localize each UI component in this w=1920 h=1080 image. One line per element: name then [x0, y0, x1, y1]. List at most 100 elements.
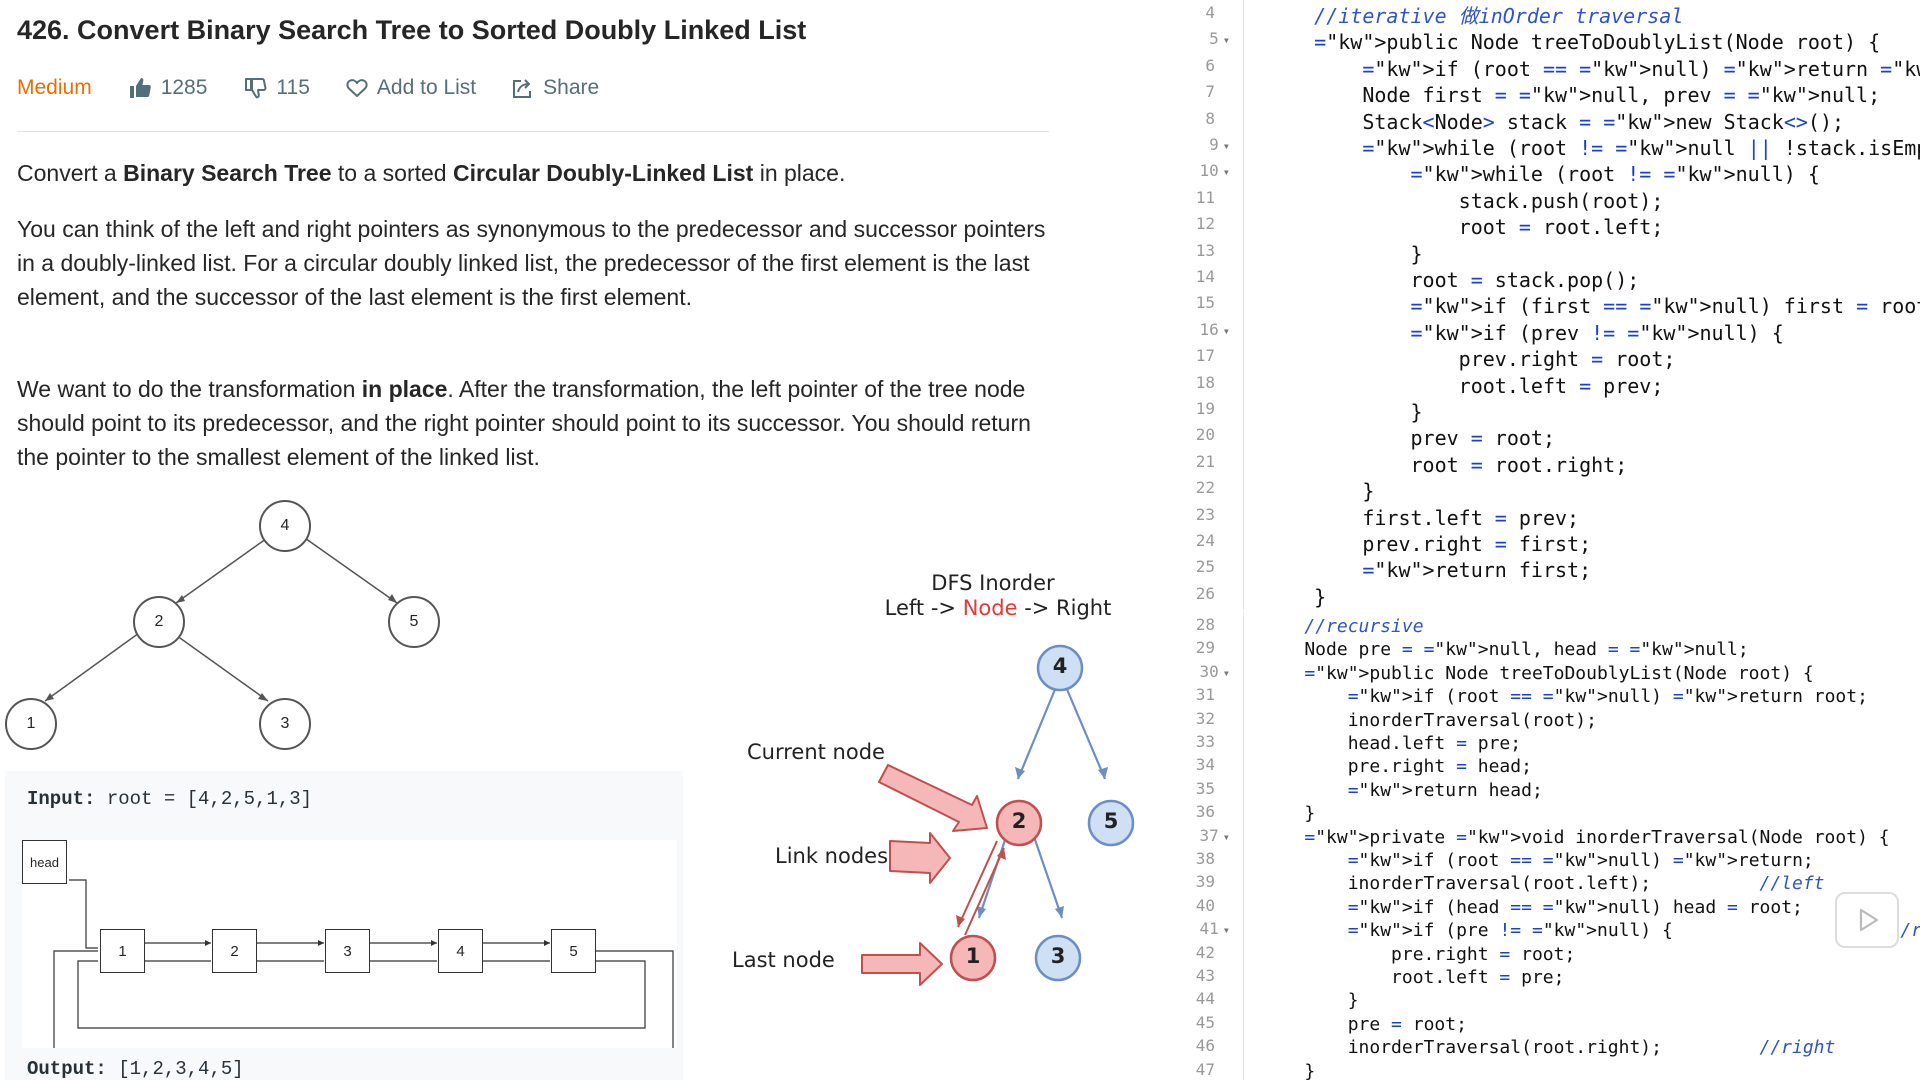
line-number: 39 [1195, 872, 1215, 892]
line-number: 12 [1195, 214, 1215, 234]
code-line: root = root.right; [1266, 452, 1628, 477]
code-line: pre.right = head; [1261, 756, 1532, 778]
line-number: 23 [1195, 504, 1215, 524]
fold-arrow-icon[interactable]: ▾ [1223, 830, 1230, 844]
code-line: prev.right = root; [1266, 347, 1676, 372]
line-number: 45 [1195, 1012, 1215, 1032]
list-node: 3 [325, 929, 370, 973]
code-line: first.left = prev; [1266, 505, 1580, 530]
tree-node: 2 [133, 596, 185, 648]
problem-meta-bar: Medium 1285 115 Add to List Share [17, 74, 635, 102]
code-line: stack.push(root); [1266, 188, 1664, 213]
line-number: 42 [1195, 942, 1215, 962]
example-output: Output: [1,2,3,4,5] [27, 1058, 244, 1080]
code-line: //iterative 做inOrder traversal [1314, 4, 1684, 28]
line-number: 6 [1205, 55, 1215, 75]
head-pointer-box: head [22, 840, 67, 884]
code-line: } [1261, 1060, 1316, 1080]
line-number: 16 ▾ [1199, 319, 1231, 339]
code-line: ="kw">public Node treeToDoublyList(Node … [1314, 30, 1881, 55]
line-number: 9 ▾ [1209, 135, 1230, 154]
code-editor-iterative[interactable]: 4 5 ▾ 6 7 8 9 ▾ 10 ▾ 11 12 13 14 15 16 ▾ 17 18 19 20 21 22 23 24… [1160, 0, 1920, 610]
tree-node: 1 [5, 698, 57, 750]
code-line: ="kw">if (root == ="kw">null) ="kw">retu… [1347, 850, 1814, 871]
description-paragraph-2: You can think of the left and right poin… [17, 216, 1046, 310]
gutter-divider [1243, 0, 1244, 610]
code-line: //recursive [1304, 616, 1424, 637]
code-line: ="kw">public Node treeToDoublyList(Node … [1304, 662, 1814, 684]
line-number: 47 [1195, 1059, 1215, 1079]
share-button[interactable]: Share [512, 76, 599, 100]
line-number: 8 [1205, 108, 1215, 128]
dislike-count: 115 [276, 76, 310, 99]
link-nodes-label: Link nodes [775, 844, 889, 868]
line-number: 17 [1195, 346, 1215, 366]
tree-node: 3 [259, 698, 311, 750]
line-number: 10 ▾ [1199, 161, 1231, 181]
dfs-node: 3 [1050, 944, 1066, 968]
code-line: Stack<Node> stack = ="kw">new Stack<>(); [1266, 109, 1845, 134]
line-number: 26 [1195, 583, 1215, 603]
line-number: 41 ▾ [1199, 919, 1231, 939]
tree-node: 5 [388, 596, 440, 648]
fold-arrow-icon[interactable]: ▾ [1223, 324, 1230, 338]
code-line: pre.right = root; [1261, 943, 1576, 965]
code-line: ="kw">if (prev != ="kw">null) { [1410, 320, 1784, 345]
play-video-button[interactable] [1835, 892, 1899, 948]
code-line: head.left = pre; [1261, 733, 1522, 754]
like-count: 1285 [160, 76, 208, 99]
description-paragraph-1: Convert a Binary Search Tree to a sorted… [17, 160, 846, 186]
code-line: prev.right = first; [1266, 532, 1592, 556]
code-line: inorderTraversal(root.right); //right [1261, 1037, 1836, 1059]
line-number: 19 [1195, 399, 1215, 418]
line-number: 32 [1195, 708, 1215, 728]
current-node-label: Current node [747, 740, 885, 764]
dfs-tree-svg [861, 644, 1135, 986]
code-line: inorderTraversal(root.left); //left [1261, 873, 1825, 895]
dfs-node: 5 [1103, 809, 1119, 833]
line-number: 43 [1195, 966, 1215, 985]
list-node: 1 [100, 929, 145, 973]
dfs-node: 4 [1052, 654, 1068, 678]
fold-arrow-icon[interactable]: ▾ [1223, 33, 1230, 47]
code-line: root = stack.pop(); [1266, 268, 1640, 292]
code-line: prev = root; [1266, 426, 1555, 451]
description-paragraph-3: We want to do the transformation in plac… [17, 376, 1031, 470]
fold-arrow-icon[interactable]: ▾ [1223, 165, 1230, 179]
list-node: 4 [438, 929, 483, 973]
line-number: 15 [1195, 293, 1215, 313]
like-button[interactable]: 1285 [128, 76, 208, 100]
line-number: 25 [1195, 557, 1215, 577]
share-label: Share [543, 76, 600, 99]
linked-list-diagram: head 1 2 3 4 5 [22, 840, 677, 1048]
code-editor-recursive[interactable]: 28 29 30 ▾ 31 32 33 34 35 36 37 ▾ 38 39 40 41 ▾ 42 43 44 45 4… [1160, 610, 1920, 1080]
fold-arrow-icon[interactable]: ▾ [1223, 666, 1230, 680]
line-number: 28 [1195, 615, 1215, 634]
fold-arrow-icon[interactable]: ▾ [1223, 923, 1230, 937]
thumbs-down-icon [245, 78, 267, 99]
line-number: 46 [1195, 1036, 1215, 1056]
line-number: 30 ▾ [1199, 661, 1231, 681]
problem-title: 426. Convert Binary Search Tree to Sorte… [17, 15, 807, 45]
code-line: ="kw">while (root != ="kw">null || !stac… [1362, 136, 1920, 160]
divider [17, 131, 1049, 132]
code-line: } [1266, 241, 1423, 266]
line-number: 35 [1195, 778, 1215, 798]
add-to-list-button[interactable]: Add to List [346, 76, 476, 100]
line-number: 20 [1195, 425, 1215, 445]
share-icon [513, 79, 532, 98]
dislike-button[interactable]: 115 [243, 76, 310, 100]
code-line: Node first = ="kw">null, prev = ="kw">nu… [1266, 83, 1881, 108]
code-line: } [1266, 400, 1423, 424]
line-number: 34 [1195, 755, 1215, 775]
difficulty-badge: Medium [17, 76, 92, 99]
list-node: 2 [212, 929, 257, 973]
code-line: } [1261, 990, 1359, 1012]
code-line: ="kw">if (head == ="kw">null) head = roo… [1347, 896, 1803, 918]
fold-arrow-icon[interactable]: ▾ [1223, 139, 1230, 153]
line-number: 4 [1205, 3, 1215, 22]
line-number: 21 [1195, 451, 1215, 471]
line-number: 44 [1195, 989, 1215, 1009]
line-number: 24 [1195, 531, 1215, 550]
heart-icon [346, 79, 368, 97]
